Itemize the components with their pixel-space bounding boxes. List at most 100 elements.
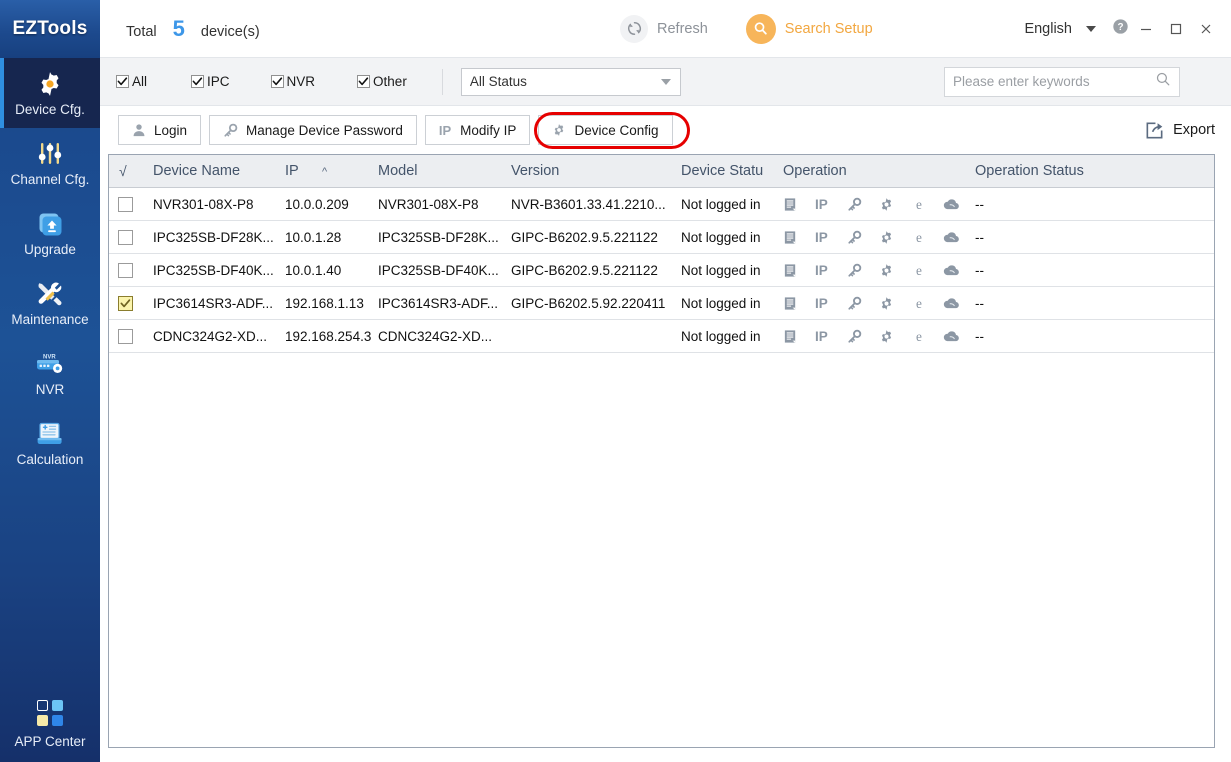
- key-icon[interactable]: [847, 329, 868, 344]
- filter-bar: All IPC NVR Other All Status Please ente…: [100, 58, 1231, 106]
- sidebar-item-device-cfg[interactable]: Device Cfg.: [0, 58, 100, 128]
- modify-ip-button[interactable]: IP Modify IP: [424, 115, 531, 145]
- column-header-ip[interactable]: IP ^: [285, 163, 378, 179]
- column-header-operation-status[interactable]: Operation Status: [975, 163, 1214, 179]
- document-icon[interactable]: [783, 197, 804, 212]
- row-checkbox[interactable]: [118, 328, 133, 344]
- row-select-cell[interactable]: [109, 196, 153, 212]
- cell-operation: IP e: [783, 295, 975, 311]
- column-header-operation[interactable]: Operation: [783, 163, 975, 179]
- edge-browser-icon[interactable]: e: [911, 229, 932, 245]
- key-icon[interactable]: [847, 296, 868, 311]
- status-filter-select[interactable]: All Status: [460, 67, 681, 96]
- row-select-cell[interactable]: [109, 328, 153, 344]
- sidebar-item-app-center[interactable]: APP Center: [0, 698, 100, 749]
- cloud-icon[interactable]: [943, 296, 964, 310]
- export-button[interactable]: Export: [1144, 120, 1215, 141]
- table-row[interactable]: IPC325SB-DF40K... 10.0.1.40 IPC325SB-DF40K…: [109, 254, 1214, 287]
- key-icon[interactable]: [847, 263, 868, 278]
- device-config-button[interactable]: Device Config: [538, 115, 673, 145]
- help-icon[interactable]: ?: [1112, 18, 1129, 40]
- document-icon[interactable]: [783, 230, 804, 245]
- edge-browser-icon[interactable]: e: [911, 328, 932, 344]
- ip-text-icon[interactable]: IP: [815, 263, 836, 278]
- search-setup-icon: [745, 13, 776, 44]
- ip-text-icon[interactable]: IP: [815, 329, 836, 344]
- edge-browser-icon[interactable]: e: [911, 262, 932, 278]
- cloud-icon[interactable]: [943, 230, 964, 244]
- cloud-icon[interactable]: [943, 329, 964, 343]
- row-select-cell[interactable]: [109, 262, 153, 278]
- column-header-device-name[interactable]: Device Name: [153, 163, 285, 179]
- close-icon[interactable]: [1193, 16, 1219, 42]
- filter-checkbox-ipc[interactable]: IPC: [191, 74, 230, 89]
- search-icon[interactable]: [1155, 71, 1171, 92]
- cloud-icon[interactable]: [943, 197, 964, 211]
- row-checkbox[interactable]: [118, 196, 133, 212]
- table-row[interactable]: NVR301-08X-P8 10.0.0.209 NVR301-08X-P8 NVR-…: [109, 188, 1214, 221]
- minimize-icon[interactable]: [1133, 16, 1159, 42]
- row-select-cell[interactable]: [109, 295, 153, 311]
- key-icon[interactable]: [847, 197, 868, 212]
- edge-browser-icon[interactable]: e: [911, 295, 932, 311]
- checkbox-icon[interactable]: [270, 75, 284, 88]
- row-checkbox[interactable]: [118, 229, 133, 245]
- gear-icon[interactable]: [879, 296, 900, 311]
- sidebar-item-nvr[interactable]: NVR NVR: [0, 338, 100, 408]
- search-input[interactable]: [953, 74, 1155, 89]
- ip-text-icon[interactable]: IP: [815, 296, 836, 311]
- key-icon[interactable]: [847, 230, 868, 245]
- sidebar-item-maintenance[interactable]: Maintenance: [0, 268, 100, 338]
- table-row[interactable]: IPC325SB-DF28K... 10.0.1.28 IPC325SB-DF28K…: [109, 221, 1214, 254]
- search-setup-button[interactable]: Search Setup: [745, 13, 873, 44]
- search-box[interactable]: [944, 66, 1180, 97]
- edge-browser-icon[interactable]: e: [911, 196, 932, 212]
- cell-ip: 192.168.254.3: [285, 328, 372, 344]
- document-icon[interactable]: [783, 296, 804, 311]
- manage-device-password-button[interactable]: Manage Device Password: [209, 115, 417, 145]
- table-row[interactable]: IPC3614SR3-ADF... 192.168.1.13 IPC3614SR3-…: [109, 287, 1214, 320]
- cloud-icon[interactable]: [943, 263, 964, 277]
- chevron-down-icon[interactable]: [1086, 25, 1096, 32]
- column-header-check[interactable]: √: [109, 163, 153, 179]
- sidebar-item-channel-cfg[interactable]: Channel Cfg.: [0, 128, 100, 198]
- ip-text-icon[interactable]: IP: [815, 230, 836, 245]
- checkbox-icon[interactable]: [116, 75, 129, 88]
- column-header-version[interactable]: Version: [511, 163, 681, 179]
- cell-operation: IP e: [783, 196, 975, 212]
- login-button[interactable]: Login: [118, 115, 202, 145]
- cell-device-status: Not logged in: [681, 295, 761, 311]
- cell-operation: IP e: [783, 229, 975, 245]
- sidebar-item-calculation[interactable]: Calculation: [0, 408, 100, 478]
- svg-text:?: ?: [1117, 22, 1123, 33]
- total-label: Total: [126, 23, 157, 40]
- user-icon: [132, 123, 146, 137]
- sidebar-item-label: Maintenance: [11, 312, 89, 328]
- document-icon[interactable]: [783, 263, 804, 278]
- gear-icon[interactable]: [879, 230, 900, 245]
- gear-icon: [36, 69, 64, 99]
- sidebar-item-upgrade[interactable]: Upgrade: [0, 198, 100, 268]
- refresh-button[interactable]: Refresh: [620, 14, 708, 43]
- filter-label: Other: [373, 74, 407, 89]
- ip-text-icon[interactable]: IP: [815, 197, 836, 212]
- column-header-device-status[interactable]: Device Statu: [681, 163, 783, 179]
- checkbox-icon[interactable]: [357, 75, 371, 88]
- gear-icon[interactable]: [879, 263, 900, 278]
- column-header-model[interactable]: Model: [378, 163, 511, 179]
- sidebar-nav: Device Cfg. Channel Cfg. Upgrade Mainten…: [0, 58, 100, 478]
- total-unit: device(s): [200, 23, 260, 40]
- document-icon[interactable]: [783, 329, 804, 344]
- row-select-cell[interactable]: [109, 229, 153, 245]
- row-checkbox[interactable]: [118, 262, 133, 278]
- gear-icon[interactable]: [879, 197, 900, 212]
- filter-checkbox-nvr[interactable]: NVR: [270, 74, 315, 89]
- maximize-icon[interactable]: [1163, 16, 1189, 42]
- filter-checkbox-other[interactable]: Other: [357, 74, 407, 89]
- language-label[interactable]: English: [1024, 21, 1072, 37]
- checkbox-icon[interactable]: [191, 75, 205, 88]
- gear-icon[interactable]: [879, 329, 900, 344]
- table-row[interactable]: CDNC324G2-XD... 192.168.254.3 CDNC324G2-XD…: [109, 320, 1214, 353]
- row-checkbox[interactable]: [118, 295, 133, 311]
- filter-checkbox-all[interactable]: All: [116, 74, 147, 89]
